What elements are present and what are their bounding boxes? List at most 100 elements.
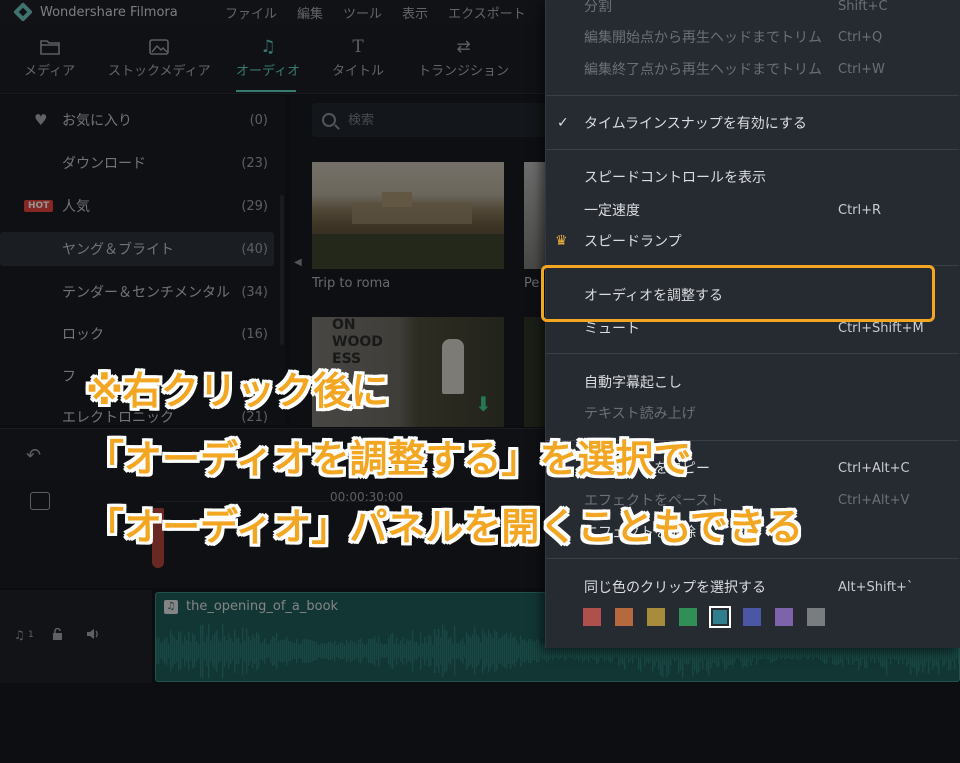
sidebar-item-downloads[interactable]: ダウンロード (23) [0, 146, 274, 180]
clip-label: ♫ the_opening_of_a_book [164, 599, 338, 614]
media-thumbnail-trip-to-roma[interactable] [312, 162, 504, 269]
sidebar-item-label: 人気 [62, 199, 90, 215]
menu-item-label: 自動字幕起こし [584, 375, 682, 391]
menu-item-shortcut: Alt+Shift+` [838, 579, 914, 595]
tab-transitions[interactable]: ⇄ トランジション [418, 34, 509, 79]
active-tab-indicator [236, 90, 296, 92]
sidebar-item-young-bright[interactable]: ヤング＆ブライト (40) [0, 232, 274, 266]
menu-item-shortcut: Shift+C [838, 0, 888, 14]
menu-item-auto-subtitles[interactable]: 自動字幕起こし [546, 367, 956, 397]
media-thumbnail-partial[interactable] [524, 317, 545, 427]
sidebar-item-rock[interactable]: ロック (16) [0, 317, 274, 351]
menu-item-trim-end[interactable]: 編集終了点から再生ヘッドまでトリム Ctrl+W [546, 54, 956, 84]
sidebar-item-tender-sentimental[interactable]: テンダー＆センチメンタル (34) [0, 275, 274, 309]
color-swatch[interactable] [743, 608, 761, 626]
color-swatch[interactable] [775, 608, 793, 626]
menu-edit[interactable]: 編集 [297, 3, 323, 22]
highlight-box [541, 265, 935, 322]
annotation-line-3: 「オーディオ」パネルを開くこともできる [86, 505, 804, 549]
tab-stock-media[interactable]: ストックメディア [108, 34, 211, 79]
menu-item-constant-speed[interactable]: 一定速度 Ctrl+R [546, 195, 956, 225]
media-caption: Trip to roma [312, 276, 391, 291]
media-tabs: メディア ストックメディア ♫ オーディオ T タイトル ⇄ トランジション [0, 24, 545, 94]
menu-item-select-same-color[interactable]: 同じ色のクリップを選択する Alt+Shift+` [546, 572, 956, 602]
music-note-icon: ♫ [14, 628, 25, 642]
color-swatch[interactable] [807, 608, 825, 626]
audio-track-header: ♫ 1 [0, 590, 152, 683]
text-icon: T [352, 37, 364, 57]
collapse-arrow-icon[interactable]: ◀ [294, 257, 302, 268]
annotation-line-2: 「オーディオを調整する」を選択で [86, 437, 692, 481]
track-number: 1 [28, 630, 34, 640]
crown-icon: ♛ [555, 233, 568, 249]
download-icon[interactable]: ⬇ [475, 392, 492, 416]
menu-item-label: スピードランプ [584, 234, 682, 250]
music-note-icon: ♫ [260, 37, 276, 57]
menu-item-shortcut: Ctrl+Shift+M [838, 320, 924, 336]
add-track-icon[interactable] [30, 492, 50, 510]
color-swatch[interactable] [615, 608, 633, 626]
menu-item-shortcut: Ctrl+W [838, 61, 885, 77]
media-thumbnail-partial[interactable] [524, 162, 545, 269]
sidebar-item-label: ロック [62, 327, 104, 343]
sidebar-item-popular[interactable]: HOT 人気 (29) [0, 189, 274, 223]
menu-item-shortcut: Ctrl+Alt+V [838, 492, 910, 508]
menu-separator [546, 353, 959, 354]
sidebar-item-count: (29) [241, 198, 268, 214]
color-swatch-row [583, 606, 825, 628]
filmora-logo-icon [14, 3, 32, 21]
speaker-icon[interactable] [86, 628, 100, 643]
thumbnail-building [352, 202, 472, 224]
sidebar-item-count: (40) [241, 241, 268, 257]
sidebar-scrollbar[interactable] [280, 195, 284, 345]
menu-item-shortcut: Ctrl+Alt+C [838, 460, 910, 476]
menu-view[interactable]: 表示 [402, 3, 428, 22]
sidebar-item-label: お気に入り [62, 113, 132, 129]
menu-item-speed-ramp[interactable]: ♛ スピードランプ [546, 226, 956, 256]
menu-item-text-to-speech[interactable]: テキスト読み上げ [546, 398, 956, 428]
tab-media[interactable]: メディア [24, 34, 75, 79]
clip-name: the_opening_of_a_book [186, 599, 339, 614]
color-swatch[interactable] [583, 608, 601, 626]
search-box[interactable] [312, 103, 547, 137]
image-icon [149, 34, 170, 60]
menu-item-trim-start[interactable]: 編集開始点から再生ヘッドまでトリム Ctrl+Q [546, 22, 956, 52]
tab-titles[interactable]: T タイトル [332, 34, 384, 79]
menu-item-label: 同じ色のクリップを選択する [584, 580, 766, 596]
sidebar-item-favorites[interactable]: ♥ お気に入り (0) [0, 103, 274, 137]
menu-file[interactable]: ファイル [225, 3, 277, 22]
tab-audio[interactable]: ♫ オーディオ [236, 34, 300, 79]
menu-separator [546, 95, 959, 96]
timeline-empty-area [0, 684, 960, 763]
menu-item-label: スピードコントロールを表示 [584, 170, 766, 186]
color-swatch[interactable] [679, 608, 697, 626]
color-swatch[interactable] [709, 606, 731, 628]
sidebar-item-label: ダウンロード [62, 156, 146, 172]
annotation-line-1: ※右クリック後に [86, 369, 389, 413]
menu-item-show-speed-control[interactable]: スピードコントロールを表示 [546, 162, 956, 192]
tab-transitions-label: トランジション [418, 64, 510, 79]
sidebar-item-count: (34) [241, 284, 268, 300]
menu-bar: ファイル 編集 ツール 表示 エクスポート [225, 3, 526, 22]
menu-export[interactable]: エクスポート [448, 3, 526, 22]
undo-icon[interactable]: ↶ [26, 445, 41, 466]
color-swatch[interactable] [647, 608, 665, 626]
sidebar-item-label: ヤング＆ブライト [62, 242, 174, 258]
menu-item-timeline-snap[interactable]: ✓ タイムラインスナップを有効にする [546, 108, 956, 138]
sidebar-item-count: (0) [249, 112, 268, 128]
sidebar-item-label: フ [62, 369, 76, 385]
tab-titles-label: タイトル [332, 64, 385, 79]
menu-separator [546, 558, 959, 559]
menu-item-split[interactable]: 分割 Shift+C [546, 0, 956, 21]
checkmark-icon: ✓ [557, 115, 569, 131]
search-input[interactable] [348, 112, 528, 128]
menu-tools[interactable]: ツール [343, 3, 382, 22]
transition-icon: ⇄ [456, 37, 471, 57]
menu-item-label: 分割 [584, 0, 612, 15]
lock-icon[interactable] [52, 627, 63, 643]
menu-item-label: テキスト読み上げ [584, 406, 696, 422]
hot-badge: HOT [24, 200, 54, 212]
sidebar-item-count: (16) [241, 326, 268, 342]
music-note-icon: ♫ [164, 599, 178, 614]
tab-audio-label: オーディオ [236, 64, 301, 79]
